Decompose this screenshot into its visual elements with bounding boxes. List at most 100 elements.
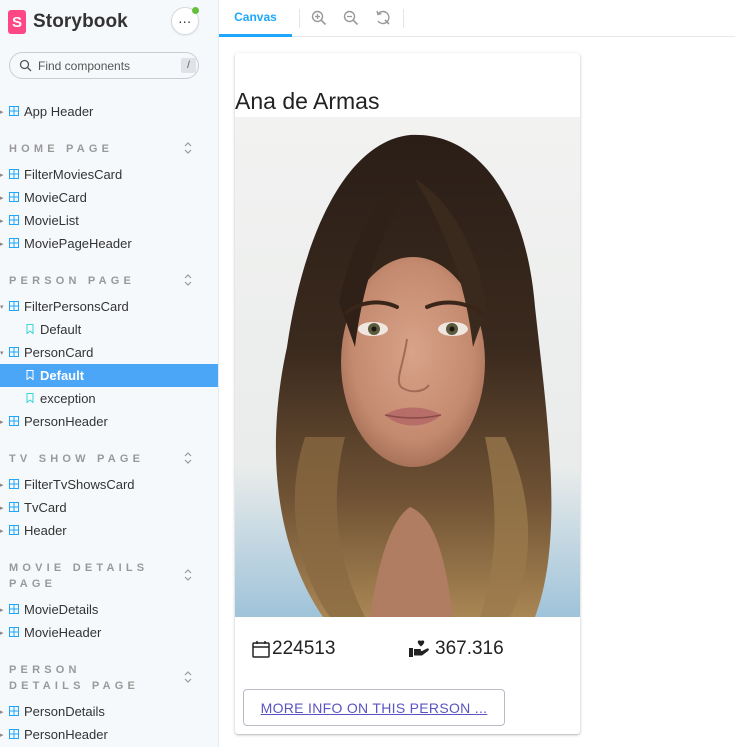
story-item-person-card-exception[interactable]: exception xyxy=(0,387,218,410)
caret-right-icon: ▸ xyxy=(0,504,4,512)
search-icon xyxy=(19,59,32,72)
caret-down-icon: ▾ xyxy=(0,349,4,357)
component-icon xyxy=(9,479,19,489)
section-person-details-page[interactable]: PERSON DETAILS PAGE xyxy=(9,662,159,694)
tree-item-filter-tv-shows-card[interactable]: ▸ FilterTvShowsCard xyxy=(0,473,218,496)
tree-item-movie-list[interactable]: ▸ MovieList xyxy=(0,209,218,232)
stat-date-value: 224513 xyxy=(272,638,336,659)
section-person-page[interactable]: PERSON PAGE xyxy=(9,273,159,289)
story-item-person-card-default[interactable]: Default xyxy=(0,364,218,387)
notification-dot xyxy=(192,7,199,14)
caret-right-icon: ▸ xyxy=(0,194,4,202)
section-tv-show-page[interactable]: TV SHOW PAGE xyxy=(9,451,159,467)
expand-collapse-icon[interactable] xyxy=(183,671,193,683)
bookmark-icon xyxy=(26,393,34,403)
storybook-logo-icon: S xyxy=(8,10,26,34)
expand-collapse-icon[interactable] xyxy=(183,274,193,286)
tree-item-label: PersonCard xyxy=(24,345,94,360)
tree-item-movie-card[interactable]: ▸ MovieCard xyxy=(0,186,218,209)
tree-item-label: MovieList xyxy=(24,213,79,228)
search-box[interactable]: / xyxy=(9,52,199,79)
tree-item-label: FilterPersonsCard xyxy=(24,299,129,314)
caret-right-icon: ▸ xyxy=(0,108,4,116)
component-icon xyxy=(9,525,19,535)
tree-item-label: PersonHeader xyxy=(24,414,108,429)
person-name: Ana de Armas xyxy=(235,88,380,114)
component-icon xyxy=(9,106,19,116)
tree-item-label: MovieHeader xyxy=(24,625,102,640)
tree-item-label: PersonDetails xyxy=(24,704,105,719)
caret-right-icon: ▸ xyxy=(0,731,4,739)
tree-item-label: FilterTvShowsCard xyxy=(24,477,135,492)
tree-item-label: FilterMoviesCard xyxy=(24,167,123,182)
bookmark-icon xyxy=(26,324,34,334)
tree-item-person-card[interactable]: ▾ PersonCard xyxy=(0,341,218,364)
caret-right-icon: ▸ xyxy=(0,708,4,716)
more-info-button[interactable]: MORE INFO ON THIS PERSON ... xyxy=(243,689,505,726)
tree-item-header[interactable]: ▸ Header xyxy=(0,519,218,542)
caret-down-icon: ▾ xyxy=(0,303,4,311)
caret-right-icon: ▸ xyxy=(0,217,4,225)
caret-right-icon: ▸ xyxy=(0,171,4,179)
component-icon xyxy=(9,729,19,739)
caret-right-icon: ▸ xyxy=(0,527,4,535)
tree-item-filter-persons-card[interactable]: ▾ FilterPersonsCard xyxy=(0,295,218,318)
tree-item-label: PersonHeader xyxy=(24,727,108,742)
person-photo xyxy=(235,117,580,617)
component-icon xyxy=(9,301,19,311)
story-item-label: exception xyxy=(40,391,96,406)
component-icon xyxy=(9,192,19,202)
component-icon xyxy=(9,604,19,614)
tree-item-movie-details[interactable]: ▸ MovieDetails xyxy=(0,598,218,621)
story-item-filter-persons-default[interactable]: Default xyxy=(0,318,218,341)
tree-item-app-header[interactable]: ▸ App Header xyxy=(0,100,218,123)
story-item-label: Default xyxy=(40,322,82,337)
tree-item-label: MovieDetails xyxy=(24,602,99,617)
tree-item-movie-header[interactable]: ▸ MovieHeader xyxy=(0,621,218,644)
tab-canvas[interactable]: Canvas xyxy=(219,0,292,37)
zoom-out-icon[interactable] xyxy=(343,10,359,26)
toolbar-divider xyxy=(299,9,300,28)
hand-heart-icon xyxy=(409,640,429,657)
story-item-label: Default xyxy=(40,368,85,383)
tree-item-label: Header xyxy=(24,523,67,538)
tree-item-person-header[interactable]: ▸ PersonHeader xyxy=(0,410,218,433)
caret-right-icon: ▸ xyxy=(0,606,4,614)
component-icon xyxy=(9,502,19,512)
caret-right-icon: ▸ xyxy=(0,240,4,248)
section-movie-details-page[interactable]: MOVIE DETAILS PAGE xyxy=(9,560,159,592)
expand-collapse-icon[interactable] xyxy=(183,452,193,464)
stat-popularity: 367.316 xyxy=(408,636,504,662)
tree-item-person-header-details[interactable]: ▸ PersonHeader xyxy=(0,723,218,746)
tree-item-person-details[interactable]: ▸ PersonDetails xyxy=(0,700,218,723)
component-icon xyxy=(9,627,19,637)
sidebar: S Storybook ... / ▸ App Header HOME PAGE… xyxy=(0,0,219,747)
component-icon xyxy=(9,215,19,225)
component-icon xyxy=(9,238,19,248)
caret-right-icon: ▸ xyxy=(0,629,4,637)
search-shortcut-key: / xyxy=(181,58,196,73)
search-input[interactable] xyxy=(38,57,178,75)
zoom-in-icon[interactable] xyxy=(311,10,327,26)
tree-item-filter-movies-card[interactable]: ▸ FilterMoviesCard xyxy=(0,163,218,186)
bookmark-icon xyxy=(26,370,34,380)
tree-item-tv-card[interactable]: ▸ TvCard xyxy=(0,496,218,519)
tree-item-label: TvCard xyxy=(24,500,67,515)
component-icon xyxy=(9,347,19,357)
brand-name: Storybook xyxy=(33,11,128,32)
expand-collapse-icon[interactable] xyxy=(183,142,193,154)
tree-item-label: App Header xyxy=(24,104,94,119)
caret-right-icon: ▸ xyxy=(0,418,4,426)
caret-right-icon: ▸ xyxy=(0,481,4,489)
expand-collapse-icon[interactable] xyxy=(183,569,193,581)
storybook-brand[interactable]: S Storybook xyxy=(8,8,128,36)
component-icon xyxy=(9,169,19,179)
calendar-icon xyxy=(252,641,270,658)
tree-item-movie-page-header[interactable]: ▸ MoviePageHeader xyxy=(0,232,218,255)
stat-popularity-value: 367.316 xyxy=(435,638,504,659)
toolbar-divider xyxy=(403,9,404,28)
tree-item-label: MovieCard xyxy=(24,190,87,205)
preview-toolbar: Canvas xyxy=(219,0,735,37)
zoom-reset-icon[interactable] xyxy=(375,10,391,26)
section-home-page[interactable]: HOME PAGE xyxy=(9,141,159,157)
